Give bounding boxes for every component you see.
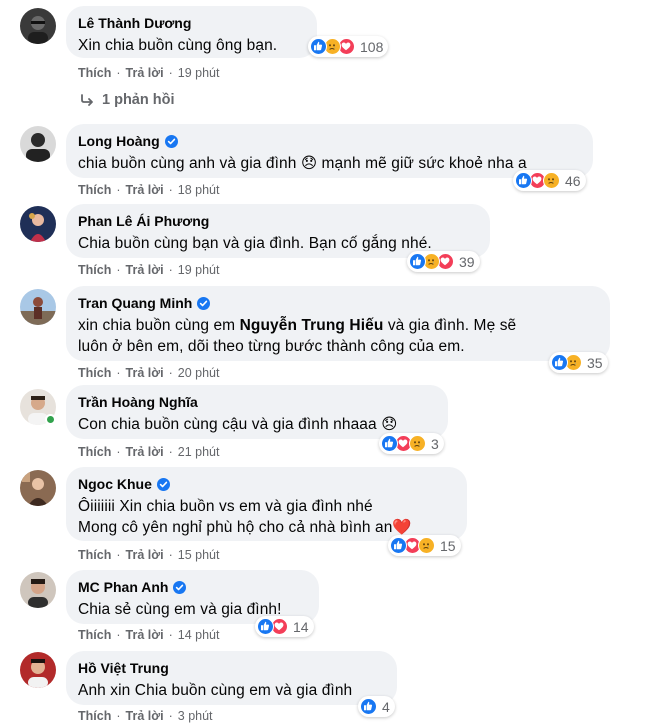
like-reaction-icon bbox=[381, 435, 398, 452]
avatar[interactable] bbox=[20, 8, 56, 44]
comment-bubble: Hồ Việt Trung Anh xin Chia buồn cùng em … bbox=[66, 651, 397, 705]
reaction-summary[interactable]: 3 bbox=[379, 433, 444, 454]
like-button[interactable]: Thích bbox=[78, 366, 111, 380]
reply-button[interactable]: Trả lời bbox=[126, 366, 164, 380]
reaction-count: 4 bbox=[382, 698, 390, 715]
comment-timestamp[interactable]: 19 phút bbox=[178, 263, 220, 277]
comment-actions: Thích · Trả lời · 21 phút bbox=[78, 445, 220, 459]
comment-author[interactable]: Phan Lê Ái Phương bbox=[78, 212, 209, 230]
comment-author[interactable]: Hồ Việt Trung bbox=[78, 659, 169, 677]
like-button[interactable]: Thích bbox=[78, 548, 111, 562]
like-button[interactable]: Thích bbox=[78, 628, 111, 642]
avatar[interactable] bbox=[20, 289, 56, 325]
reply-button[interactable]: Trả lời bbox=[126, 709, 164, 723]
like-reaction-icon bbox=[409, 253, 426, 270]
like-reaction-icon bbox=[551, 354, 568, 371]
reaction-summary[interactable]: 108 bbox=[308, 36, 389, 57]
reply-button[interactable]: Trả lời bbox=[126, 66, 164, 80]
like-reaction-icon bbox=[390, 537, 407, 554]
reply-arrow-icon bbox=[81, 94, 93, 106]
comment-actions: Thích · Trả lời · 19 phút bbox=[78, 66, 220, 80]
sad-reaction-icon bbox=[418, 537, 435, 554]
comment-timestamp[interactable]: 3 phút bbox=[178, 709, 213, 723]
comment-text: Ôiiiiiii Xin chia buồn vs em và gia đình… bbox=[78, 498, 412, 536]
reaction-summary[interactable]: 14 bbox=[255, 616, 314, 637]
comment-text: Xin chia buồn cùng ông bạn. bbox=[78, 37, 278, 54]
reaction-count: 108 bbox=[360, 38, 384, 55]
avatar[interactable] bbox=[20, 206, 56, 242]
like-reaction-icon bbox=[515, 172, 532, 189]
like-button[interactable]: Thích bbox=[78, 66, 111, 80]
comment-bubble: Trần Hoàng Nghĩa Con chia buồn cùng cậu … bbox=[66, 385, 448, 439]
like-button[interactable]: Thích bbox=[78, 709, 111, 723]
like-reaction-icon bbox=[257, 618, 274, 635]
comment-timestamp[interactable]: 14 phút bbox=[178, 628, 220, 642]
sad-reaction-icon bbox=[543, 172, 560, 189]
comment-actions: Thích · Trả lời · 18 phút bbox=[78, 183, 220, 197]
reaction-summary[interactable]: 35 bbox=[549, 352, 608, 373]
comment-bubble: Tran Quang Minh xin chia buồn cùng em Ng… bbox=[66, 286, 610, 361]
comment-bubble: Phan Lê Ái Phương Chia buồn cùng bạn và … bbox=[66, 204, 490, 258]
comment-actions: Thích · Trả lời · 14 phút bbox=[78, 628, 220, 642]
comment-author[interactable]: Tran Quang Minh bbox=[78, 294, 192, 312]
reply-button[interactable]: Trả lời bbox=[126, 445, 164, 459]
comment-actions: Thích · Trả lời · 19 phút bbox=[78, 263, 220, 277]
mentioned-user-link[interactable]: Nguyễn Trung Hiếu bbox=[240, 317, 384, 334]
reaction-summary[interactable]: 46 bbox=[513, 170, 586, 191]
avatar[interactable] bbox=[20, 652, 56, 688]
reaction-count: 15 bbox=[440, 537, 456, 554]
reaction-summary[interactable]: 4 bbox=[358, 696, 395, 717]
like-button[interactable]: Thích bbox=[78, 183, 111, 197]
verified-badge-icon bbox=[156, 477, 170, 491]
comment-author[interactable]: Long Hoàng bbox=[78, 132, 160, 150]
comment-text: Con chia buồn cùng cậu và gia đình nhaaa… bbox=[78, 416, 398, 433]
comment-author[interactable]: Trần Hoàng Nghĩa bbox=[78, 393, 198, 411]
comment-text: xin chia buồn cùng em Nguyễn Trung Hiếu … bbox=[78, 317, 517, 355]
reply-button[interactable]: Trả lời bbox=[126, 628, 164, 642]
verified-badge-icon bbox=[164, 134, 178, 148]
reaction-count: 46 bbox=[565, 172, 581, 189]
reaction-count: 14 bbox=[293, 618, 309, 635]
like-button[interactable]: Thích bbox=[78, 263, 111, 277]
comment-bubble: Lê Thành Dương Xin chia buồn cùng ông bạ… bbox=[66, 6, 317, 58]
reply-button[interactable]: Trả lời bbox=[126, 263, 164, 277]
avatar[interactable] bbox=[20, 470, 56, 506]
like-button[interactable]: Thích bbox=[78, 445, 111, 459]
comment-bubble: Ngoc Khue Ôiiiiiii Xin chia buồn vs em v… bbox=[66, 467, 467, 541]
comment-timestamp[interactable]: 19 phút bbox=[178, 66, 220, 80]
comment-text: Anh xin Chia buồn cùng em và gia đình bbox=[78, 682, 353, 699]
comment-timestamp[interactable]: 18 phút bbox=[178, 183, 220, 197]
verified-badge-icon bbox=[197, 296, 211, 310]
reaction-count: 35 bbox=[587, 354, 603, 371]
comment-author[interactable]: Ngoc Khue bbox=[78, 475, 152, 493]
comment-text: chia buồn cùng anh và gia đình 😞 mạnh mẽ… bbox=[78, 155, 527, 172]
comment-actions: Thích · Trả lời · 20 phút bbox=[78, 366, 220, 380]
reaction-count: 3 bbox=[431, 435, 439, 452]
comment-actions: Thích · Trả lời · 3 phút bbox=[78, 709, 213, 723]
comment-timestamp[interactable]: 20 phút bbox=[178, 366, 220, 380]
reply-button[interactable]: Trả lời bbox=[126, 548, 164, 562]
online-status-indicator bbox=[45, 414, 56, 425]
view-replies-link[interactable]: 1 phản hồi bbox=[80, 92, 175, 108]
avatar[interactable] bbox=[20, 572, 56, 608]
comment-bubble: Long Hoàng chia buồn cùng anh và gia đìn… bbox=[66, 124, 593, 178]
comment-actions: Thích · Trả lời · 15 phút bbox=[78, 548, 220, 562]
comment-author[interactable]: Lê Thành Dương bbox=[78, 14, 191, 32]
reaction-count: 39 bbox=[459, 253, 475, 270]
sad-reaction-icon bbox=[409, 435, 426, 452]
reaction-summary[interactable]: 39 bbox=[407, 251, 480, 272]
reply-button[interactable]: Trả lời bbox=[126, 183, 164, 197]
reaction-summary[interactable]: 15 bbox=[388, 535, 461, 556]
comment-timestamp[interactable]: 15 phút bbox=[178, 548, 220, 562]
like-reaction-icon bbox=[310, 38, 327, 55]
like-reaction-icon bbox=[360, 698, 377, 715]
replies-count-label: 1 phản hồi bbox=[102, 92, 175, 108]
verified-badge-icon bbox=[173, 580, 187, 594]
comment-author[interactable]: MC Phan Anh bbox=[78, 578, 168, 596]
avatar[interactable] bbox=[20, 126, 56, 162]
comment-timestamp[interactable]: 21 phút bbox=[178, 445, 220, 459]
